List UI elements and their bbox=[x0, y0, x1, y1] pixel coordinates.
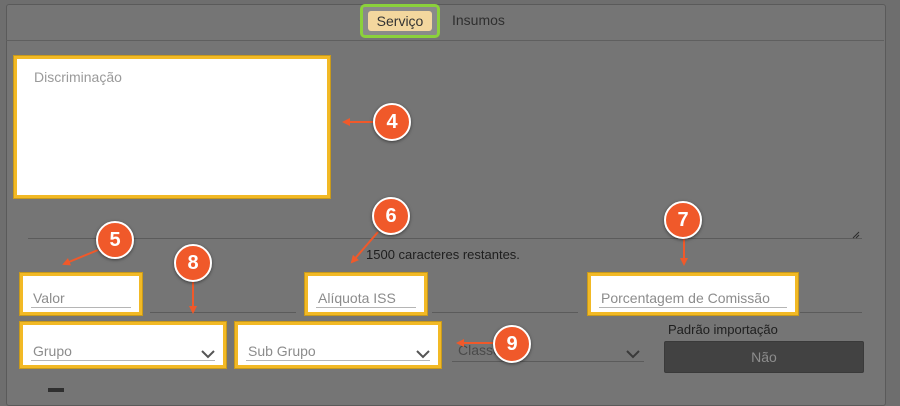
sub-grupo-select[interactable]: Sub Grupo bbox=[235, 322, 441, 368]
grupo-select[interactable]: Grupo bbox=[20, 322, 226, 368]
comissao-underline-extension bbox=[800, 312, 862, 313]
char-counter: 1500 caracteres restantes. bbox=[366, 247, 520, 262]
discriminacao-textarea[interactable]: Discriminação bbox=[14, 56, 330, 198]
badge-4: 4 bbox=[373, 103, 411, 141]
valor-input[interactable]: Valor bbox=[20, 273, 142, 315]
sub-grupo-underline bbox=[246, 360, 430, 361]
classe-underline bbox=[452, 361, 644, 362]
aliquota-iss-placeholder: Alíquota ISS bbox=[318, 290, 396, 306]
badge-5: 5 bbox=[96, 221, 134, 259]
tab-servico[interactable]: Serviço bbox=[360, 4, 440, 38]
discriminacao-placeholder: Discriminação bbox=[34, 69, 122, 85]
badge-7: 7 bbox=[664, 201, 702, 239]
aliquota-iss-underline bbox=[316, 307, 416, 308]
checkbox[interactable] bbox=[48, 388, 64, 392]
sub-grupo-placeholder: Sub Grupo bbox=[248, 343, 316, 359]
aliquota-underline-extension bbox=[432, 312, 578, 313]
chevron-down-icon[interactable] bbox=[626, 349, 640, 359]
porcentagem-comissao-input[interactable]: Porcentagem de Comissão bbox=[588, 273, 798, 315]
padrao-importacao-label: Padrão importação bbox=[668, 322, 778, 337]
tab-servico-label: Serviço bbox=[368, 11, 432, 31]
chevron-down-icon bbox=[201, 350, 215, 359]
aliquota-iss-input[interactable]: Alíquota ISS bbox=[305, 273, 427, 315]
resize-grip-icon[interactable] bbox=[852, 231, 860, 239]
porcentagem-comissao-placeholder: Porcentagem de Comissão bbox=[601, 290, 770, 306]
padrao-importacao-toggle[interactable]: Não bbox=[664, 341, 864, 373]
valor-underline-extension bbox=[150, 312, 296, 313]
grupo-underline bbox=[31, 360, 215, 361]
tab-insumos[interactable]: Insumos bbox=[452, 12, 505, 28]
badge-9: 9 bbox=[493, 325, 531, 363]
badge-6: 6 bbox=[372, 197, 410, 235]
tab-divider bbox=[6, 40, 884, 41]
valor-placeholder: Valor bbox=[33, 290, 65, 306]
valor-underline bbox=[31, 307, 131, 308]
textarea-underline bbox=[28, 238, 862, 239]
grupo-placeholder: Grupo bbox=[33, 343, 72, 359]
badge-8: 8 bbox=[174, 244, 212, 282]
porcentagem-comissao-underline bbox=[599, 307, 787, 308]
chevron-down-icon bbox=[416, 350, 430, 359]
